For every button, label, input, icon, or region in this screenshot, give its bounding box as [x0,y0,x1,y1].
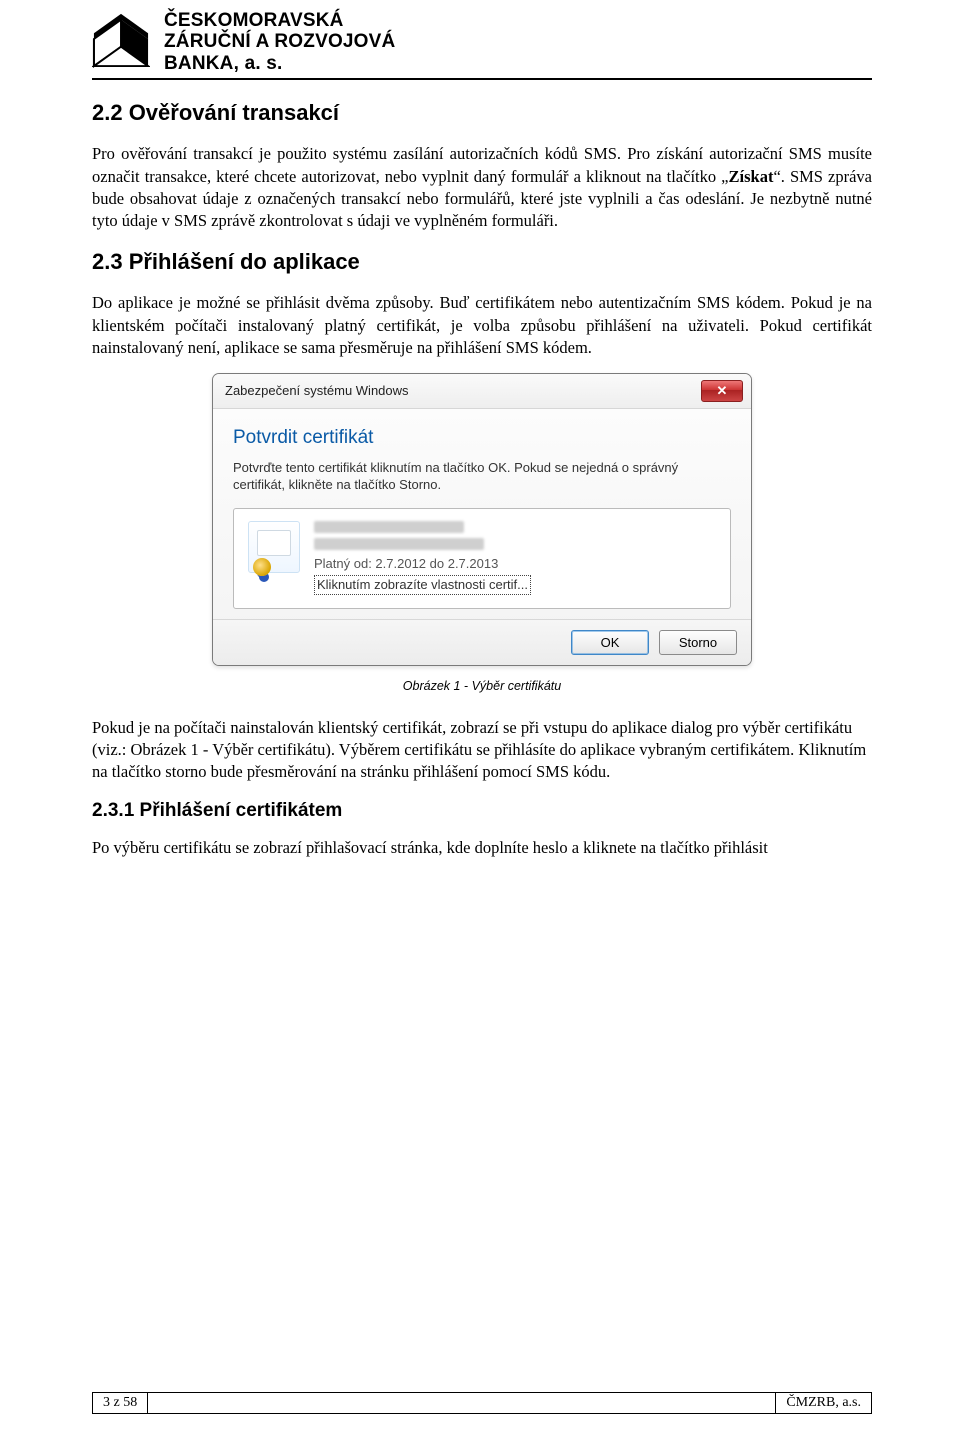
figure-1: Zabezpečení systému Windows ✕ Potvrdit c… [92,373,872,666]
header-rule [92,78,872,80]
cancel-button[interactable]: Storno [659,630,737,655]
section-2-2-text: Pro ověřování transakcí je použito systé… [92,143,872,232]
ok-button[interactable]: OK [571,630,649,655]
bank-logo [92,10,150,68]
after-figure-text: Pokud je na počítači nainstalován klient… [92,717,872,784]
figure-1-caption: Obrázek 1 - Výběr certifikátu [92,678,872,695]
certificate-item[interactable]: Platný od: 2.7.2012 do 2.7.2013 Kliknutí… [233,508,731,609]
bold-ziskat: Získat [729,167,774,186]
section-2-2-title: 2.2 Ověřování transakcí [92,98,872,128]
cert-name-redacted [314,521,464,533]
close-icon: ✕ [717,382,728,400]
document-header: ČESKOMORAVSKÁ ZÁRUČNÍ A ROZVOJOVÁ BANKA,… [92,10,872,74]
cert-issuer-redacted [314,538,484,550]
close-button[interactable]: ✕ [701,380,743,402]
cert-validity: Platný od: 2.7.2012 do 2.7.2013 [314,555,531,573]
section-2-3-1-title: 2.3.1 Přihlášení certifikátem [92,798,872,824]
cert-details-link[interactable]: Kliknutím zobrazíte vlastnosti certif... [314,575,531,595]
page-number: 3 z 58 [93,1393,148,1413]
section-2-3-1-text: Po výběru certifikátu se zobrazí přihlaš… [92,837,872,859]
section-2-3-title: 2.3 Přihlášení do aplikace [92,247,872,277]
dialog-heading: Potvrdit certifikát [233,425,731,451]
dialog-instruction: Potvrďte tento certifikát kliknutím na t… [233,459,731,494]
dialog-button-bar: OK Storno [213,619,751,665]
windows-security-dialog: Zabezpečení systému Windows ✕ Potvrdit c… [212,373,752,666]
footer-company: ČMZRB, a.s. [775,1393,871,1413]
certificate-icon [248,521,300,573]
dialog-titlebar: Zabezpečení systému Windows ✕ [213,374,751,409]
page-footer: 3 z 58 ČMZRB, a.s. [92,1392,872,1414]
dialog-window-title: Zabezpečení systému Windows [225,382,409,400]
section-2-3-text: Do aplikace je možné se přihlásit dvěma … [92,292,872,359]
bank-name: ČESKOMORAVSKÁ ZÁRUČNÍ A ROZVOJOVÁ BANKA,… [164,10,395,74]
